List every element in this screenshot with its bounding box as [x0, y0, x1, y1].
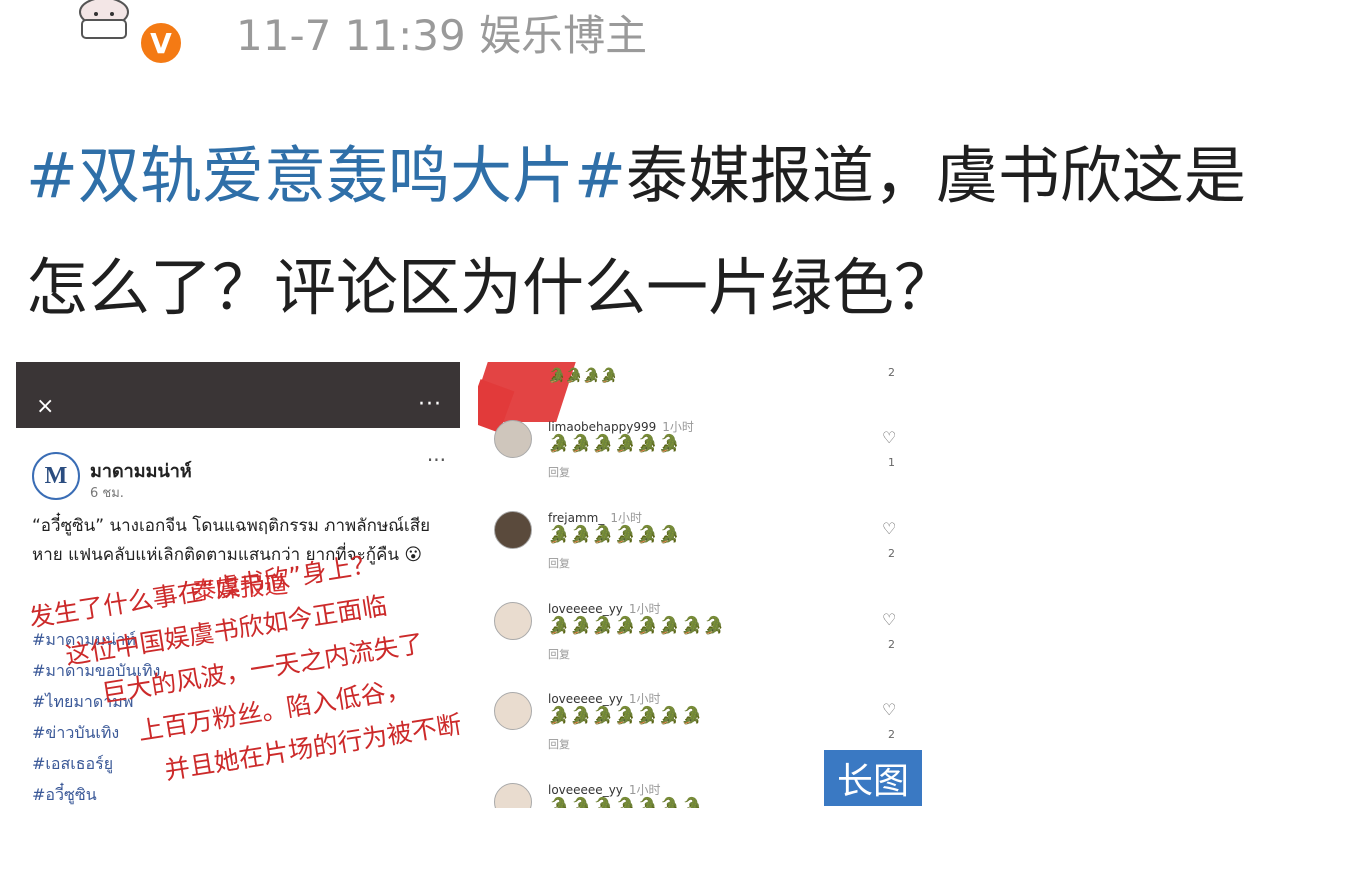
heart-icon[interactable]: ♡ [882, 700, 896, 719]
post-text: #双轨爱意轰鸣大片#泰媒报道，虞书欣这是 怎么了？评论区为什么一片绿色？ [26, 120, 1366, 344]
close-icon[interactable]: × [36, 396, 54, 418]
verified-badge-icon: V [138, 20, 184, 66]
post-text-line1: 泰媒报道，虞书欣这是 [625, 139, 1246, 212]
comment-header: loveeeee_yy 1小时 [548, 600, 661, 617]
comment-time: 1小时 [662, 420, 694, 434]
post-image-left[interactable]: × ··· M มาดามมน่าห์ 6 ชม. ··· “อวี๋ซูซิน… [16, 362, 460, 808]
post-image-right[interactable]: 🐊🐊🐊🐊 2 limaobehappy999 1小时 🐊🐊🐊🐊🐊🐊 回复 ♡ 1 … [478, 362, 920, 808]
top-like-count: 2 [888, 366, 895, 379]
heart-icon[interactable]: ♡ [882, 428, 896, 447]
post-time: 6 ชม. [90, 486, 124, 501]
post-text-line2: 怎么了？评论区为什么一片绿色？ [26, 251, 957, 324]
comment-header: limaobehappy999 1小时 [548, 418, 694, 435]
page-logo: M [32, 452, 80, 500]
reply-link[interactable]: 回复 [548, 736, 570, 752]
comment-item: limaobehappy999 1小时 🐊🐊🐊🐊🐊🐊 回复 ♡ 1 [494, 420, 904, 500]
commenter-avatar[interactable] [494, 692, 532, 730]
comment-item: loveeeee_yy 1小时 🐊🐊🐊🐊🐊🐊🐊🐊 回复 ♡ 2 [494, 602, 904, 682]
like-count: 2 [888, 728, 895, 741]
comment-body: 🐊🐊🐊🐊🐊🐊 [548, 525, 682, 545]
user-tag: 娱乐博主 [479, 11, 648, 60]
comment-time: 1小时 [628, 602, 661, 616]
commenter-avatar[interactable] [494, 602, 532, 640]
comment-time: 1小时 [610, 511, 642, 525]
comment-item: frejamm_ 1小时 🐊🐊🐊🐊🐊🐊 回复 ♡ 2 [494, 511, 904, 591]
like-count: 2 [888, 638, 895, 651]
comment-time: 1小时 [628, 692, 661, 706]
comment-time: 1小时 [628, 783, 661, 797]
commenter-avatar[interactable] [494, 420, 532, 458]
comment-body: 🐊🐊🐊🐊🐊🐊🐊🐊 [548, 616, 726, 636]
long-image-badge: 长图 [824, 750, 922, 806]
post-more-icon: ··· [426, 448, 446, 472]
commenter-avatar[interactable] [494, 511, 532, 549]
comment-user[interactable]: loveeeee_yy [548, 783, 623, 797]
like-count: 1 [888, 456, 895, 469]
comment-header: frejamm_ 1小时 [548, 509, 642, 526]
like-count: 2 [888, 547, 895, 560]
reply-link[interactable]: 回复 [548, 464, 570, 480]
page-name: มาดามมน่าห์ [90, 461, 192, 482]
comment-body: 🐊🐊🐊🐊🐊🐊 [548, 434, 682, 454]
comment-user[interactable]: frejamm_ [548, 511, 604, 525]
comment-body: 🐊🐊🐊🐊🐊🐊🐊 [548, 797, 704, 808]
overlay-annotation: 发生了什么事在“虞书欣”身上？ 这位中国娱虞书欣如今正面临 巨大的风波，一天之内… [26, 528, 460, 808]
comment-header: loveeeee_yy 1小时 [548, 781, 661, 798]
comment-header: loveeeee_yy 1小时 [548, 690, 661, 707]
heart-icon[interactable]: ♡ [882, 610, 896, 629]
heart-icon[interactable]: ♡ [882, 519, 896, 538]
top-comment-snippet: 🐊🐊🐊🐊 [548, 368, 618, 384]
post-meta: 11-7 11:39 娱乐博主 [236, 2, 647, 63]
reply-link[interactable]: 回复 [548, 646, 570, 662]
hashtag-link[interactable]: #双轨爱意轰鸣大片# [26, 139, 626, 212]
commenter-avatar[interactable] [494, 783, 532, 808]
comment-user[interactable]: loveeeee_yy [548, 602, 623, 616]
comment-user[interactable]: limaobehappy999 [548, 420, 656, 434]
comment-user[interactable]: loveeeee_yy [548, 692, 623, 706]
user-avatar[interactable] [70, 0, 140, 42]
more-icon[interactable]: ··· [418, 392, 442, 417]
reply-link[interactable]: 回复 [548, 555, 570, 571]
post-timestamp: 11-7 11:39 [236, 11, 466, 60]
comment-body: 🐊🐊🐊🐊🐊🐊🐊 [548, 706, 704, 726]
image-topbar: × ··· [16, 362, 460, 428]
